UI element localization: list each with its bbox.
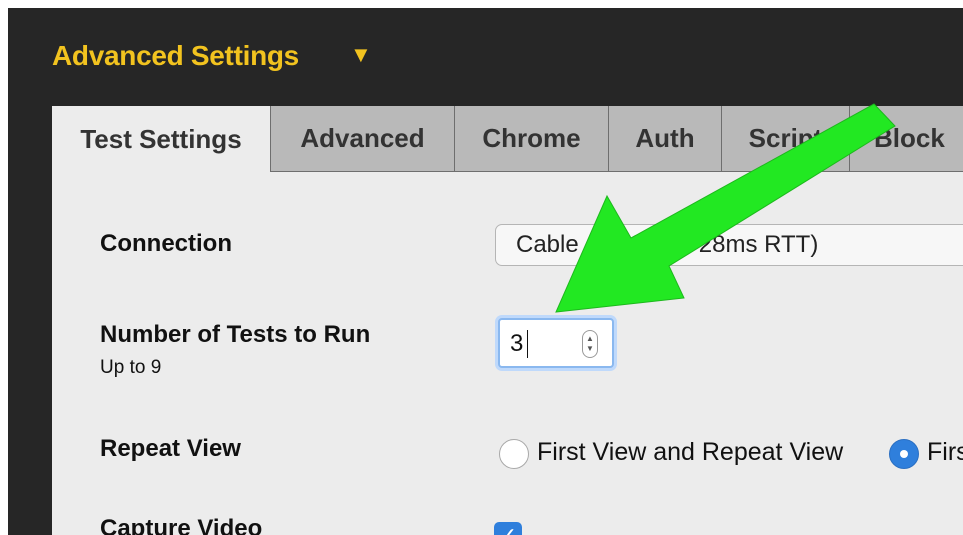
repeat-view-label: Repeat View — [100, 435, 241, 462]
radio-first-and-repeat-view-label[interactable]: First View and Repeat View — [537, 438, 843, 467]
tab-advanced[interactable]: Advanced — [270, 106, 454, 172]
stepper-down-icon[interactable]: ▼ — [586, 344, 594, 354]
number-stepper[interactable]: ▲ ▼ — [582, 330, 598, 358]
advanced-settings-title[interactable]: Advanced Settings — [52, 40, 299, 72]
radio-first-view-only-label[interactable]: First View Only — [927, 438, 963, 467]
tab-script[interactable]: Script — [721, 106, 849, 172]
tab-auth[interactable]: Auth — [608, 106, 721, 172]
settings-panel: Test Settings Advanced Chrome Auth Scrip… — [52, 106, 963, 535]
connection-select[interactable]: Cable (5/1 Mbps 28ms RTT) — [495, 224, 963, 266]
radio-first-and-repeat-view[interactable] — [499, 439, 529, 469]
advanced-settings-frame: Advanced Settings ▼ Test Settings Advanc… — [8, 8, 963, 535]
number-of-tests-hint: Up to 9 — [100, 357, 162, 378]
capture-video-checkbox[interactable]: ✓ — [494, 522, 522, 535]
tab-test-settings[interactable]: Test Settings — [52, 106, 270, 172]
tab-chrome[interactable]: Chrome — [454, 106, 608, 172]
connection-label: Connection — [100, 230, 232, 257]
capture-video-label: Capture Video — [100, 515, 263, 535]
checkmark-icon: ✓ — [499, 523, 517, 535]
number-of-tests-label: Number of Tests to Run — [100, 321, 371, 348]
tab-block[interactable]: Block — [849, 106, 963, 172]
radio-first-view-only[interactable] — [889, 439, 919, 469]
number-of-tests-value: 3 — [510, 330, 524, 357]
radio-selected-dot — [900, 450, 908, 458]
text-caret — [527, 330, 528, 358]
stepper-up-icon[interactable]: ▲ — [586, 334, 594, 344]
number-of-tests-input[interactable]: 3 ▲ ▼ — [498, 318, 614, 368]
toggle-triangle-icon[interactable]: ▼ — [350, 42, 372, 68]
